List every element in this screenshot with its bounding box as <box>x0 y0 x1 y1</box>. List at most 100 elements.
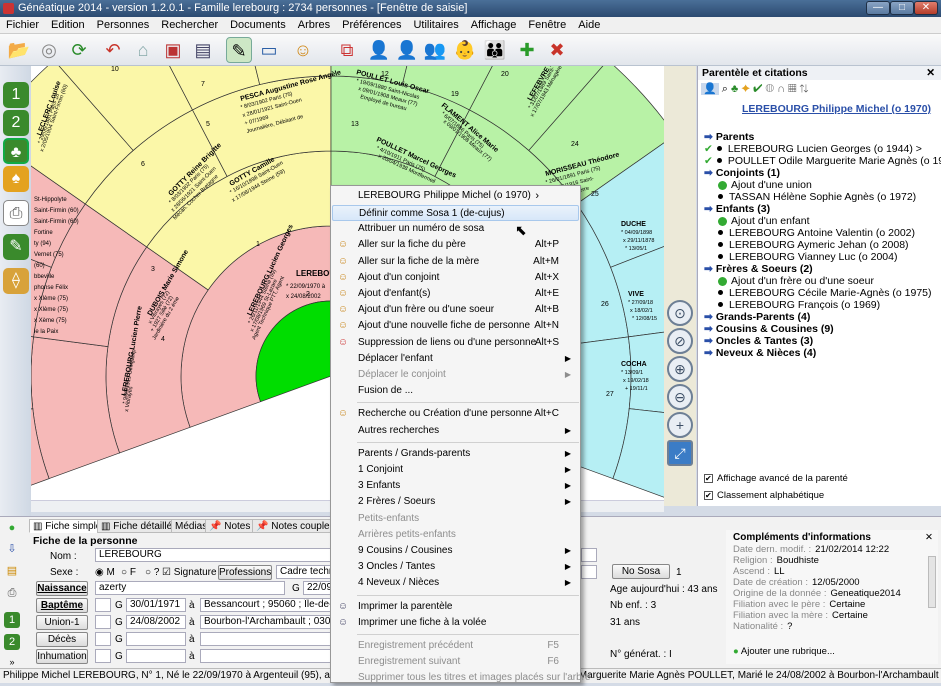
zoom-fit-icon[interactable]: ⊙ <box>667 300 693 326</box>
nephews-heading[interactable]: ➡ Neveux & Nièces (4) <box>704 347 816 359</box>
sort-az-icon[interactable]: ⇅ <box>800 83 809 95</box>
menu-item[interactable]: Rechercher <box>155 17 224 33</box>
refresh-icon[interactable]: ⟳ <box>66 37 92 63</box>
number-1-icon[interactable]: 1 <box>4 612 20 628</box>
tab-notes[interactable]: 📌 Notes <box>205 519 255 533</box>
home-icon[interactable]: ⌂ <box>130 37 156 63</box>
baptism-date-field[interactable]: 30/01/1971 <box>126 598 186 612</box>
union-empty-field[interactable] <box>95 615 111 629</box>
layout-icon[interactable]: ▭ <box>256 37 282 63</box>
children-heading[interactable]: ➡ Enfants (3) <box>704 203 770 215</box>
disk-icon[interactable]: ◎ <box>36 37 62 63</box>
burial-date-field[interactable] <box>126 649 186 663</box>
tree-icon[interactable]: ⧉ <box>334 37 360 63</box>
baptism-empty-field[interactable] <box>95 598 111 612</box>
download-icon[interactable]: ⇩ <box>4 541 20 557</box>
union-button[interactable]: Union-1 <box>36 615 88 630</box>
context-menu-item[interactable]: ☺ Recherche ou Création d'une personne Alt… <box>332 406 579 422</box>
baptism-place-field[interactable]: Bessancourt ; 95060 ; Île-de-France <box>200 598 332 612</box>
edit-tree-icon[interactable]: ✎ <box>3 234 29 260</box>
context-menu-item[interactable]: Définir comme Sosa 1 (de-cujus) <box>332 205 579 221</box>
menu-item[interactable]: Fichier <box>0 17 45 33</box>
context-menu-item[interactable]: Parents / Grands-parents ▶ <box>332 446 579 462</box>
number-2-icon[interactable]: 2 <box>4 634 20 650</box>
citations-icon[interactable]: ✦ <box>741 83 750 95</box>
navigate-1-icon[interactable]: 1 <box>3 82 29 108</box>
union-date-field[interactable]: 24/08/2002 <box>126 615 186 629</box>
menu-item[interactable]: Arbres <box>292 17 336 33</box>
birth-date-field[interactable]: 22/09/ <box>303 581 333 595</box>
context-menu-item[interactable]: Déplacer l'enfant ▶ <box>332 351 579 367</box>
preview-icon[interactable]: ▣ <box>160 37 186 63</box>
advanced-kinship-checkbox[interactable]: ✔ Affichage avancé de la parenté <box>704 473 848 484</box>
sosa-number-button[interactable]: No Sosa <box>612 564 670 579</box>
maximize-button[interactable]: □ <box>890 1 914 15</box>
print-icon[interactable]: ⎙ <box>3 200 29 226</box>
child-icon[interactable]: 👶 <box>452 37 478 63</box>
couple-icon[interactable]: 👥 <box>422 37 448 63</box>
menu-item[interactable]: Fenêtre <box>522 17 572 33</box>
check-icon[interactable]: ✔ <box>753 83 762 95</box>
death-empty-field[interactable] <box>95 632 111 646</box>
print-icon[interactable]: ⎙ <box>4 585 20 601</box>
siblings-icon[interactable]: 👪 <box>482 37 508 63</box>
context-menu-item[interactable]: Attribuer un numéro de sosa <box>332 221 579 237</box>
panel-close-icon[interactable]: ✕ <box>926 66 935 80</box>
person-icon[interactable]: 👤 <box>701 83 719 95</box>
context-menu-item[interactable]: ☺ Aller sur la fiche du père Alt+P <box>332 237 579 253</box>
zoom-plus-icon[interactable]: + <box>667 412 693 438</box>
zoom-out-icon[interactable]: ⊖ <box>667 384 693 410</box>
search-icon[interactable]: ⌕ <box>722 83 728 95</box>
headphones-icon[interactable]: ∩ <box>777 83 785 95</box>
birth-button[interactable]: Naissance <box>36 581 88 596</box>
context-menu-item[interactable]: ☺ Ajout d'enfant(s) Alt+E <box>332 286 579 302</box>
sibling-link[interactable]: LEREBOURG François (o 1969) <box>704 299 880 311</box>
context-menu-item[interactable]: ☺ Imprimer une fiche à la volée <box>332 615 579 631</box>
zoom-in-icon[interactable]: ⊕ <box>667 356 693 382</box>
globe-icon[interactable]: ◍ <box>765 83 774 95</box>
child-link[interactable]: LEREBOURG Aymeric Jehan (o 2008) <box>704 239 909 251</box>
menu-item[interactable]: Edition <box>45 17 91 33</box>
first-name-field[interactable]: azerty <box>95 581 285 595</box>
sex-unknown-radio[interactable]: ○ ? <box>145 567 159 578</box>
open-folder-icon[interactable]: 📂 <box>6 37 32 63</box>
zoom-reset-icon[interactable]: ⊘ <box>667 328 693 354</box>
add-sibling-link[interactable]: Ajout d'un frère ou d'une soeur <box>704 275 874 287</box>
edit-card-icon[interactable]: ✎ <box>226 37 252 63</box>
context-menu-item[interactable]: 9 Cousins / Cousines ▶ <box>332 543 579 559</box>
navigate-2-icon[interactable]: 2 <box>3 110 29 136</box>
validate-icon[interactable]: ● <box>4 520 20 536</box>
context-menu-item[interactable]: ☺ Suppression de liens ou d'une personne A… <box>332 335 579 351</box>
descendants-icon[interactable]: ♠ <box>3 166 29 192</box>
child-link[interactable]: LEREBOURG Vianney Luc (o 2004) <box>704 251 897 263</box>
tab-simple-sheet[interactable]: ▥ Fiche simple <box>29 519 106 533</box>
baptism-button[interactable]: Baptême <box>36 598 88 613</box>
signature-checkbox[interactable]: ☑ Signature <box>162 567 217 578</box>
death-place-field[interactable] <box>200 632 332 646</box>
current-person-link[interactable]: LEREBOURG Philippe Michel (o 1970) <box>742 103 931 115</box>
close-button[interactable]: ✕ <box>914 1 938 15</box>
menu-item[interactable]: Documents <box>224 17 292 33</box>
burial-empty-field[interactable] <box>95 649 111 663</box>
tree-icon[interactable]: ♣ <box>731 83 738 95</box>
add-field-link[interactable]: ● Ajouter une rubrique... <box>733 646 835 657</box>
complements-close-icon[interactable]: ✕ <box>925 532 933 543</box>
context-menu-item[interactable]: ☺ Ajout d'un frère ou d'une soeur Alt+B <box>332 302 579 318</box>
uncles-heading[interactable]: ➡ Oncles & Tantes (3) <box>704 335 813 347</box>
context-menu-item[interactable]: ☺ Aller sur la fiche de la mère Alt+M <box>332 254 579 270</box>
context-menu-item[interactable]: Fusion de ... <box>332 383 579 399</box>
sibling-link[interactable]: LEREBOURG Cécile Marie-Agnès (o 1975) <box>704 287 932 299</box>
sex-female-radio[interactable]: ○ F <box>121 567 136 578</box>
profession-field[interactable]: Cadre techniq <box>276 565 332 579</box>
child-link[interactable]: LEREBOURG Antoine Valentin (o 2002) <box>704 227 915 239</box>
delete-person-icon[interactable]: ✖ <box>544 37 570 63</box>
expand-icon[interactable]: ⤢ <box>667 440 693 466</box>
graph-icon[interactable]: ⟠ <box>3 268 29 294</box>
undo-icon[interactable]: ↶ <box>100 37 126 63</box>
burial-button[interactable]: Inhumation <box>36 649 88 664</box>
context-menu-item[interactable]: 3 Enfants ▶ <box>332 478 579 494</box>
alphabetical-checkbox[interactable]: ✔ Classement alphabétique <box>704 490 824 501</box>
search-person-icon[interactable]: ☺ <box>290 37 316 63</box>
grandparents-heading[interactable]: ➡ Grands-Parents (4) <box>704 311 810 323</box>
add-person-icon[interactable]: ✚ <box>514 37 540 63</box>
